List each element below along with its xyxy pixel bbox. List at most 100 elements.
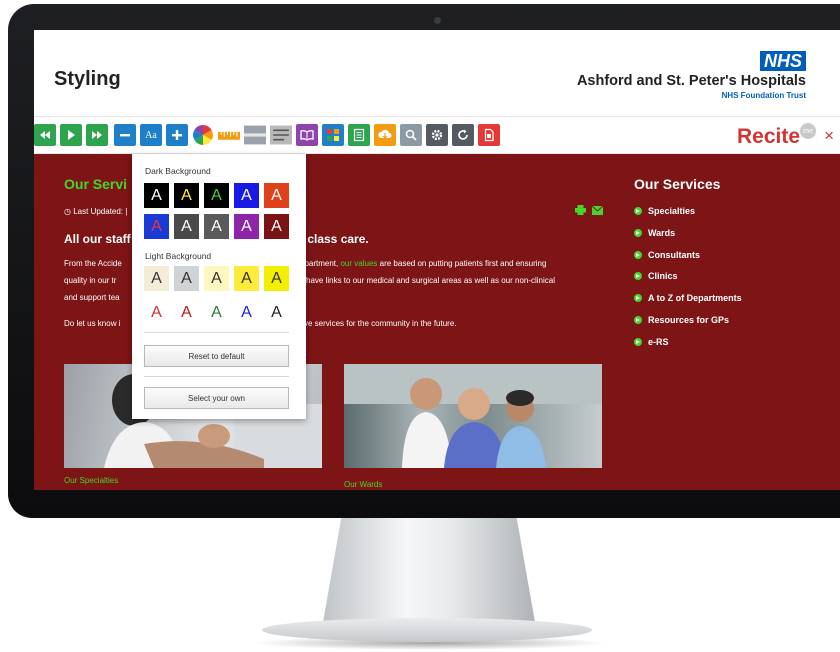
screen-mask-button[interactable] — [244, 124, 266, 146]
service-item-resources-gps[interactable]: Resources for GPs — [634, 315, 729, 325]
colour-swatch[interactable]: A — [144, 300, 169, 325]
colour-swatch[interactable]: A — [234, 183, 259, 208]
para2-start: Do let us know i — [64, 319, 121, 328]
site-header: Styling NHS Ashford and St. Peter's Hosp… — [34, 30, 840, 116]
screen: Styling NHS Ashford and St. Peter's Hosp… — [34, 30, 840, 490]
service-item-consultants[interactable]: Consultants — [634, 250, 700, 260]
settings-button[interactable] — [426, 124, 448, 146]
service-item-wards[interactable]: Wards — [634, 228, 675, 238]
gear-icon — [431, 129, 443, 141]
colour-swatch[interactable]: A — [204, 214, 229, 239]
our-values-link[interactable]: our values — [340, 259, 377, 268]
para1-line1-end: epartment, our values are based on putti… — [300, 255, 546, 272]
decrease-text-button[interactable] — [114, 124, 136, 146]
chevron-circle-icon — [634, 338, 642, 346]
service-item-specialties[interactable]: Specialties — [634, 206, 695, 216]
organisation-name[interactable]: Ashford and St. Peter's Hospitals — [577, 73, 806, 89]
colour-swatch[interactable]: A — [264, 214, 289, 239]
play-button[interactable] — [60, 124, 82, 146]
chevron-circle-icon — [634, 229, 642, 237]
colour-swatch[interactable]: A — [144, 183, 169, 208]
monitor-base — [262, 618, 592, 642]
pdf-icon — [484, 128, 494, 142]
divider — [144, 332, 289, 333]
para1-line3-start: and support tea — [64, 293, 120, 302]
chevron-circle-icon — [634, 316, 642, 324]
colour-scheme-popup: Dark Background AAAAA AAAAA Light Backgr… — [132, 154, 306, 419]
text-mode-icon — [270, 125, 292, 145]
service-item-a-to-z[interactable]: A to Z of Departments — [634, 293, 742, 303]
colour-swatch[interactable]: A — [204, 266, 229, 291]
magnifier-icon — [405, 129, 417, 141]
reset-to-default-button[interactable]: Reset to default — [144, 345, 289, 367]
recite-logo[interactable]: Recite — [737, 125, 800, 149]
colour-swatch[interactable]: A — [234, 214, 259, 239]
colour-wheel-icon — [193, 125, 213, 145]
reader-icon — [353, 128, 365, 142]
colour-swatch[interactable]: A — [264, 183, 289, 208]
ruler-icon — [218, 131, 240, 140]
print-icon[interactable] — [575, 205, 586, 215]
translate-button[interactable] — [322, 124, 344, 146]
colour-swatch[interactable]: A — [204, 300, 229, 325]
minus-icon — [120, 134, 130, 137]
colour-swatch[interactable]: A — [174, 266, 199, 291]
recite-me-badge: me — [800, 123, 816, 139]
colour-swatch[interactable]: A — [234, 300, 259, 325]
dictionary-icon — [300, 130, 314, 141]
service-label: Clinics — [648, 271, 678, 281]
colour-swatch[interactable]: A — [174, 214, 199, 239]
colour-button[interactable] — [192, 124, 214, 146]
our-services-title: Our Services — [634, 176, 721, 192]
rewind-icon — [40, 131, 50, 139]
ruler-button[interactable] — [218, 124, 240, 146]
reader-button[interactable] — [348, 124, 370, 146]
nhs-logo[interactable]: NHS — [759, 51, 806, 71]
chevron-circle-icon — [634, 294, 642, 302]
text-mode-button[interactable] — [270, 124, 292, 146]
download-audio-button[interactable] — [374, 124, 396, 146]
translate-icon — [327, 129, 339, 141]
wards-photo[interactable] — [344, 364, 602, 468]
email-icon[interactable] — [592, 206, 603, 215]
dictionary-button[interactable] — [296, 124, 318, 146]
service-label: Wards — [648, 228, 676, 238]
screen-mask-icon — [244, 125, 266, 145]
chevron-circle-icon — [634, 251, 642, 259]
wards-link[interactable]: Our Wards — [344, 480, 382, 489]
colour-swatch[interactable]: A — [144, 214, 169, 239]
increase-text-button[interactable] — [166, 124, 188, 146]
magnifier-button[interactable] — [400, 124, 422, 146]
colour-swatch[interactable]: A — [174, 300, 199, 325]
intro-heading-end: t class care. — [300, 232, 369, 246]
colour-swatch[interactable]: A — [204, 183, 229, 208]
rewind-button[interactable] — [34, 124, 56, 146]
service-item-e-rs[interactable]: e-RS — [634, 337, 669, 347]
font-button[interactable]: Aa — [140, 124, 162, 146]
page-title: Styling — [54, 68, 121, 90]
light-background-label: Light Background — [145, 251, 212, 261]
select-your-own-button[interactable]: Select your own — [144, 387, 289, 409]
colour-swatch[interactable]: A — [264, 300, 289, 325]
colour-swatch[interactable]: A — [144, 266, 169, 291]
download-cloud-icon — [378, 129, 392, 139]
webcam — [434, 17, 441, 24]
fast-forward-button[interactable] — [86, 124, 108, 146]
clock-icon: ◷ — [64, 207, 71, 216]
organisation-subtitle: NHS Foundation Trust — [721, 91, 806, 100]
chevron-circle-icon — [634, 272, 642, 280]
service-item-clinics[interactable]: Clinics — [634, 271, 678, 281]
para2-end: ve services for the community in the fut… — [304, 319, 457, 328]
colour-swatch[interactable]: A — [264, 266, 289, 291]
play-icon — [68, 130, 75, 140]
reset-button[interactable] — [452, 124, 474, 146]
chevron-circle-icon — [634, 207, 642, 215]
recite-toolbar: Aa Recite me × — [34, 116, 840, 154]
colour-swatch[interactable]: A — [174, 183, 199, 208]
colour-swatch[interactable]: A — [234, 266, 259, 291]
last-updated-text: Last Updated: | — [73, 207, 128, 216]
specialties-link[interactable]: Our Specialties — [64, 476, 118, 485]
pdf-button[interactable] — [478, 124, 500, 146]
last-updated: ◷ Last Updated: | — [64, 207, 127, 216]
close-toolbar-button[interactable]: × — [824, 126, 834, 146]
